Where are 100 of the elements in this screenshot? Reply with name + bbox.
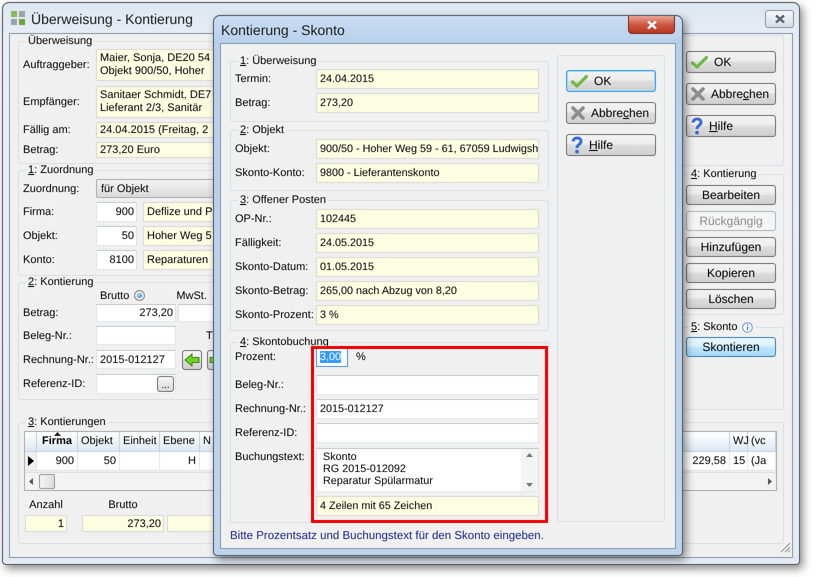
value-field: 900/50 - Hoher Weg 59 - 61, 67059 Ludwigsh — [316, 139, 539, 159]
help-button[interactable]: Hilfe — [686, 115, 776, 137]
help-icon — [691, 117, 703, 135]
value-field: 9800 - Lieferantenskonto — [316, 163, 539, 183]
scroll-left-icon[interactable] — [29, 478, 33, 485]
value-field: 273,20 — [316, 93, 539, 113]
status-message: Bitte Prozentsatz und Buchungstext für den Skonto eingeben. — [230, 530, 545, 542]
field-label: Objekt: — [235, 143, 271, 155]
check-icon — [571, 74, 588, 88]
value-field: 24.05.2015 — [316, 233, 539, 253]
close-button[interactable] — [628, 16, 675, 34]
field-label: Objekt: — [23, 230, 59, 242]
scroll-down-icon[interactable] — [526, 483, 533, 487]
help-button[interactable]: Hilfe — [566, 134, 656, 156]
column-header: Objekt — [81, 435, 113, 447]
input-field[interactable]: 50 — [96, 226, 137, 246]
field-label: Rechnung-Nr.: — [235, 403, 307, 415]
column-label: Anzahl — [28, 499, 64, 511]
cross-icon — [571, 106, 585, 120]
input-field[interactable]: 273,20 — [96, 304, 176, 322]
scroll-thumb[interactable] — [39, 474, 55, 489]
action-button[interactable]: Bearbeiten — [686, 185, 776, 205]
scroll-right-icon[interactable] — [768, 478, 772, 485]
app-icon — [10, 10, 26, 26]
action-button[interactable]: Kopieren — [686, 263, 776, 283]
value-field: 102445 — [316, 209, 539, 229]
field-label: Fällig am: — [23, 124, 72, 136]
field-label: Fälligkeit: — [235, 237, 282, 249]
group-title: 4: Skontobuchung — [240, 336, 329, 349]
value-field: 3 % — [316, 305, 539, 325]
table-cell: 50 — [78, 452, 120, 470]
field-label: Referenz-ID: — [235, 427, 298, 439]
action-button[interactable]: Skontieren — [686, 337, 776, 357]
group-title: 4: Kontierung — [691, 168, 756, 181]
table-cell: 15 — [730, 452, 748, 470]
value-field: 265,00 nach Abzug von 8,20 — [316, 281, 539, 301]
resize-grip[interactable] — [780, 542, 791, 553]
field-label: Skonto-Konto: — [235, 167, 306, 179]
unit-label: % — [356, 351, 366, 363]
column-header: Einheit — [123, 435, 157, 447]
column-header: (vc — [751, 435, 766, 447]
ok-button[interactable]: OK — [566, 70, 656, 92]
close-icon — [646, 20, 658, 30]
field-label: Betrag: — [23, 144, 60, 156]
value-field: 01.05.2015 — [316, 257, 539, 277]
vertical-scrollbar[interactable] — [521, 449, 538, 491]
input-field[interactable] — [316, 375, 539, 395]
table-cell: H — [160, 452, 200, 470]
radio-label: Brutto — [100, 290, 130, 302]
help-icon — [571, 136, 583, 154]
field-label: Empfänger: — [23, 96, 81, 108]
field-label: Auftraggeber: — [23, 59, 91, 71]
field-label: Beleg-Nr.: — [23, 330, 73, 342]
group-title: Überweisung — [28, 35, 92, 48]
input-field[interactable] — [96, 326, 176, 345]
value-field: 273,20 — [82, 515, 164, 532]
ok-button[interactable]: OK — [686, 51, 776, 73]
cancel-button[interactable]: Abbrechen — [686, 83, 776, 105]
action-button[interactable]: Löschen — [686, 289, 776, 309]
left-arrow-icon — [184, 352, 200, 366]
field-label: Skonto-Prozent: — [235, 309, 315, 321]
text-area[interactable]: Skonto RG 2015-012092 Reparatur Spülarmatur — [316, 448, 539, 492]
radio-button[interactable] — [134, 290, 146, 301]
field-label: Betrag: — [235, 97, 272, 109]
field-label: Prozent: — [235, 351, 277, 363]
input-field[interactable] — [316, 423, 539, 443]
field-label: Zuordnung: — [23, 182, 80, 194]
group-title: 1: Zuordnung — [28, 164, 94, 177]
group-title: 2: Kontierung — [28, 276, 94, 289]
table-cell: 900 — [37, 452, 78, 470]
field-label: Buchungstext: — [235, 450, 306, 463]
column-label: Brutto — [107, 499, 139, 511]
input-field[interactable]: 8100 — [96, 250, 137, 270]
input-field[interactable]: ... — [96, 374, 176, 394]
row-header[interactable] — [25, 452, 37, 470]
column-header: Ebene — [163, 435, 195, 447]
check-icon — [691, 56, 708, 68]
cancel-button[interactable]: Abbrechen — [566, 102, 656, 124]
input-field[interactable]: 2015-012127 — [316, 399, 539, 419]
value-field: 1 — [25, 515, 67, 532]
arrow-button[interactable] — [182, 350, 202, 370]
value-field: 24.04.2015 — [316, 69, 539, 89]
column-label: MwSt. — [176, 290, 207, 302]
field-label: OP-Nr.: — [235, 213, 273, 225]
field-label: Skonto-Betrag: — [235, 285, 310, 297]
field-label: Rechnung-Nr.: — [23, 354, 95, 366]
browse-button[interactable]: ... — [157, 376, 174, 392]
field-label: Firma: — [23, 206, 56, 218]
column-header: WJ — [733, 435, 749, 447]
window-title: Überweisung - Kontierung — [31, 11, 193, 27]
input-field[interactable]: 900 — [96, 202, 137, 222]
column-header: Firma — [42, 435, 72, 447]
field-label: Referenz-ID: — [23, 378, 86, 390]
sort-icon — [54, 432, 61, 436]
input-field[interactable]: 2015-012127 — [96, 350, 176, 369]
close-icon — [774, 14, 786, 24]
field-label: Konto: — [23, 254, 56, 266]
action-button[interactable]: Hinzufügen — [686, 237, 776, 257]
close-button[interactable] — [765, 10, 794, 28]
group-title: 3: Offener Posten — [240, 194, 326, 207]
